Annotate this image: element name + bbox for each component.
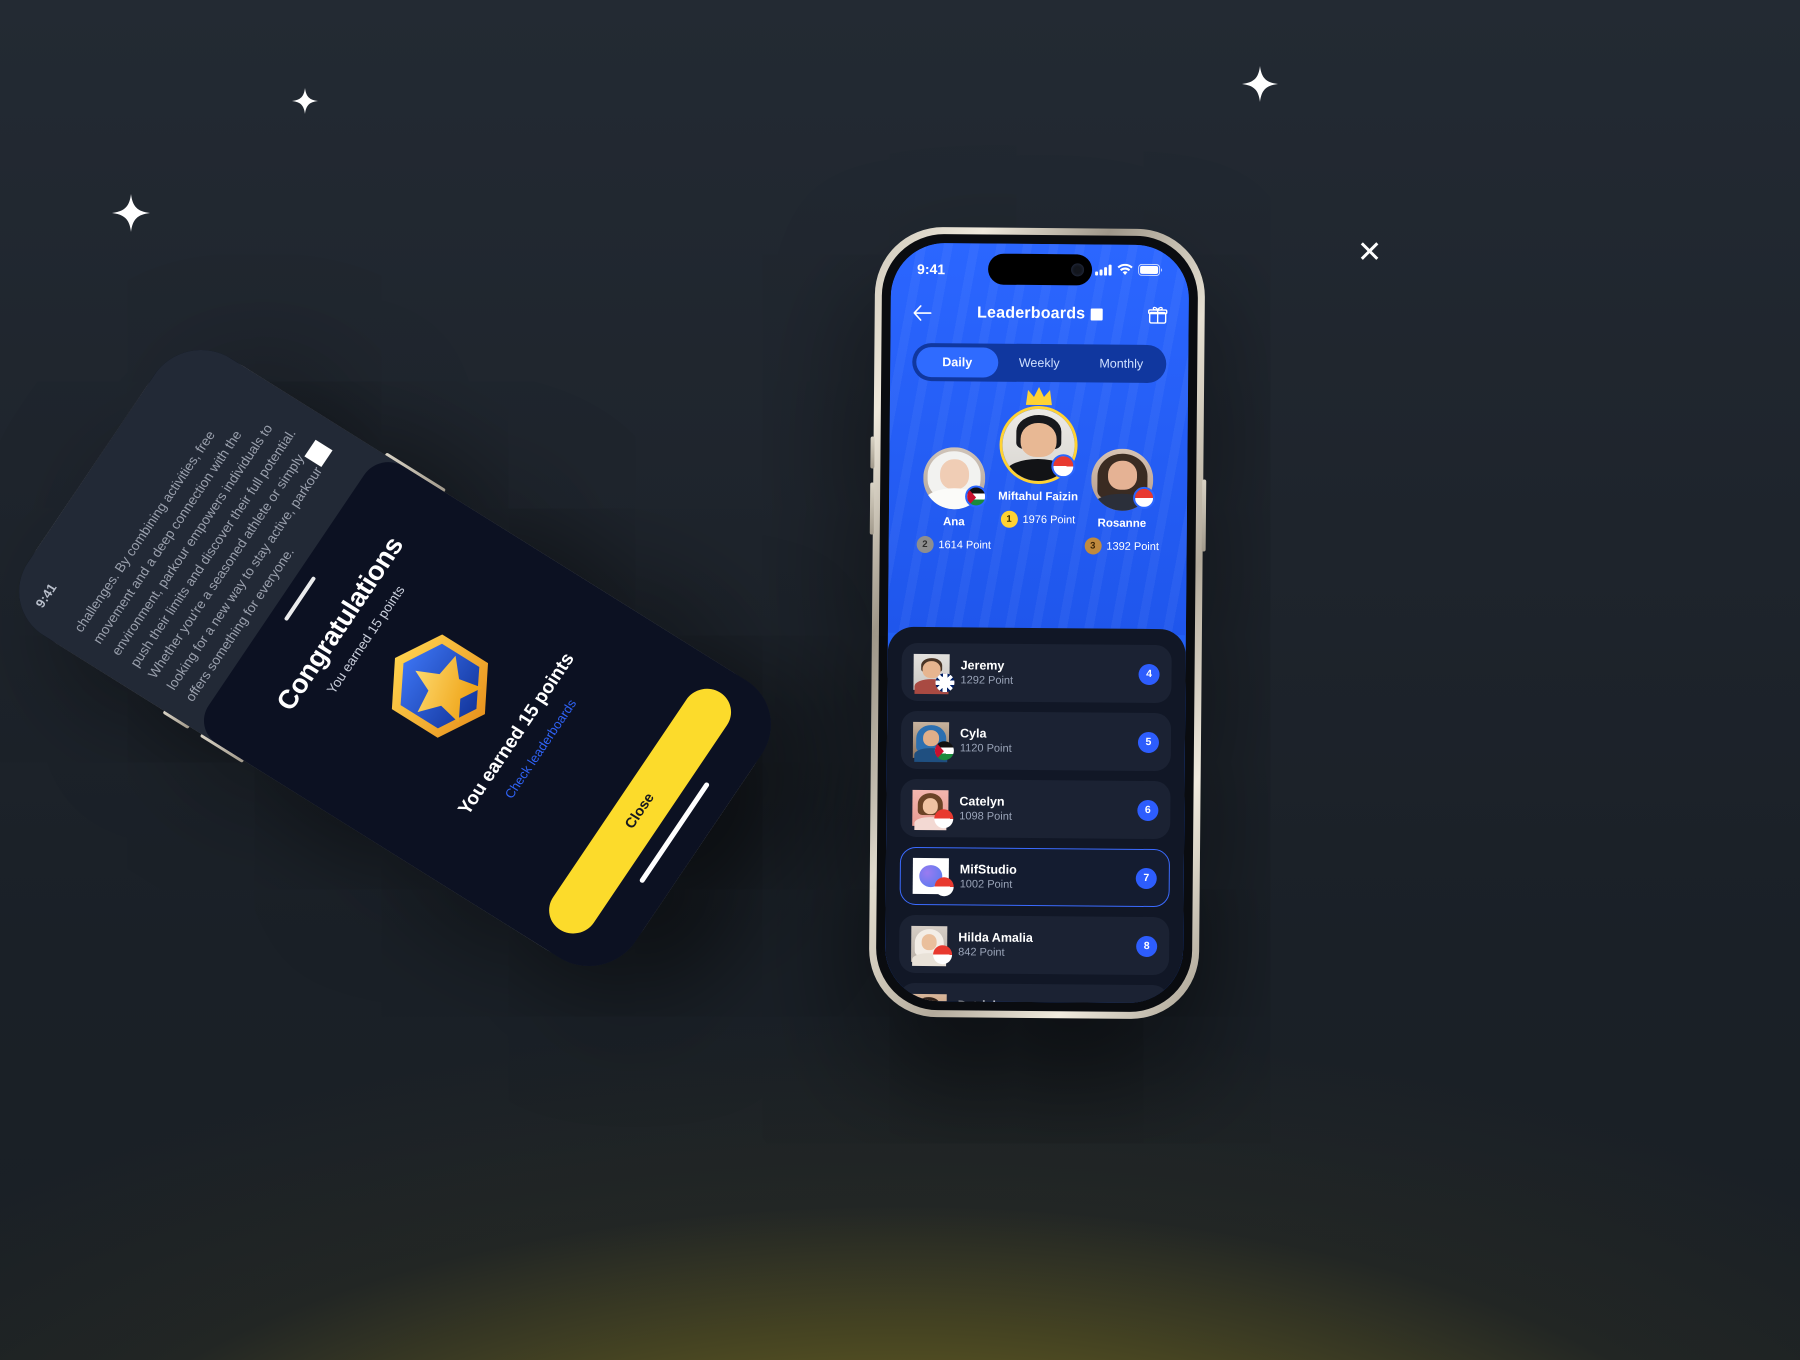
row-points: 1098 Point bbox=[959, 810, 1012, 823]
avatar bbox=[912, 721, 954, 762]
row-name: Patrick bbox=[958, 998, 1125, 1003]
table-row[interactable]: Patrick 964 Point 9 bbox=[898, 982, 1169, 1004]
flag-icon bbox=[934, 809, 954, 829]
row-points: 1292 Point bbox=[960, 674, 1014, 687]
avatar bbox=[1090, 448, 1156, 512]
podium-points: 3 1392 Point bbox=[1084, 537, 1159, 555]
title-flag-icon bbox=[1090, 308, 1103, 321]
gift-icon[interactable] bbox=[1145, 302, 1171, 328]
avatar bbox=[911, 925, 953, 966]
wifi-icon bbox=[1117, 263, 1133, 279]
avatar bbox=[912, 857, 954, 897]
rank-badge: 3 bbox=[1084, 537, 1102, 555]
podium: Ana 2 1614 Point Miftahul Faizin 1 1976 … bbox=[888, 387, 1188, 636]
volume-up-button[interactable] bbox=[870, 436, 875, 469]
row-points: 1120 Point bbox=[959, 742, 1012, 755]
avatar bbox=[912, 789, 954, 830]
dynamic-island bbox=[987, 253, 1093, 286]
row-name: MifStudio bbox=[959, 862, 1017, 877]
back-icon[interactable] bbox=[909, 300, 935, 326]
row-points: 1002 Point bbox=[959, 878, 1013, 891]
volume-down-button[interactable] bbox=[869, 482, 875, 535]
power-button[interactable] bbox=[1201, 479, 1207, 552]
close-button[interactable]: Close bbox=[539, 679, 741, 943]
row-name: Cyla bbox=[959, 726, 987, 741]
leaderboard-phone: 9:41 Leaderboards Daily Weekly Monthly A… bbox=[868, 226, 1207, 1020]
congratulations-screen: 9:41 challenges. By combining activities… bbox=[0, 329, 793, 987]
rank-badge: 4 bbox=[1138, 663, 1160, 685]
rank-badge: 5 bbox=[1137, 731, 1160, 753]
leaderboard-screen: 9:41 Leaderboards Daily Weekly Monthly A… bbox=[884, 242, 1190, 1004]
podium-points: 2 1614 Point bbox=[916, 535, 992, 554]
scene-background: ✕ 9:41 Leaderboards Daily Weekly Monthly… bbox=[0, 0, 1800, 1360]
front-camera-icon bbox=[1071, 263, 1085, 277]
podium-name: Rosanne bbox=[1097, 517, 1147, 530]
tab-daily[interactable]: Daily bbox=[916, 346, 999, 378]
flag-icon bbox=[933, 945, 953, 965]
row-points: 842 Point bbox=[958, 946, 1005, 959]
table-row[interactable]: MifStudio 1002 Point 7 bbox=[899, 846, 1171, 908]
battery-icon bbox=[1138, 263, 1163, 279]
star-badge-icon bbox=[361, 610, 519, 762]
flag-icon bbox=[935, 673, 955, 693]
rank-badge: 7 bbox=[1135, 867, 1157, 889]
row-name: Hilda Amalia bbox=[958, 930, 1033, 945]
row-name: Jeremy bbox=[960, 658, 1005, 673]
podium-item-3[interactable]: Rosanne 3 1392 Point bbox=[1063, 448, 1182, 555]
status-time: 9:41 bbox=[917, 260, 946, 278]
flag-icon bbox=[934, 877, 954, 897]
rank-badge: 8 bbox=[1136, 935, 1158, 957]
table-row[interactable]: Cyla 1120 Point 5 bbox=[900, 710, 1172, 772]
table-row[interactable]: Catelyn 1098 Point 6 bbox=[900, 778, 1171, 840]
signal-icon bbox=[1095, 262, 1112, 278]
period-tabs[interactable]: Daily Weekly Monthly bbox=[912, 342, 1167, 384]
podium-points-text: 1392 Point bbox=[1106, 540, 1160, 553]
podium-points-text: 1614 Point bbox=[938, 538, 992, 552]
rank-badge: 6 bbox=[1137, 799, 1159, 821]
row-name: Catelyn bbox=[959, 794, 1005, 809]
sparkle-icon bbox=[1242, 66, 1278, 102]
table-row[interactable]: Hilda Amalia 842 Point 8 bbox=[898, 914, 1170, 976]
leaderboard-list[interactable]: Jeremy 1292 Point 4 Cyla 1120 Point 5 Ca… bbox=[884, 626, 1186, 1004]
avatar bbox=[910, 993, 947, 1004]
rank-badge: 2 bbox=[916, 535, 934, 554]
flag-icon bbox=[1132, 486, 1156, 510]
rank-badge: 1 bbox=[1000, 510, 1018, 528]
table-row[interactable]: Jeremy 1292 Point 4 bbox=[901, 642, 1172, 704]
sparkle-icon bbox=[112, 194, 150, 232]
sparkle-icon bbox=[292, 88, 318, 114]
close-icon[interactable]: ✕ bbox=[1357, 238, 1382, 268]
flag-icon bbox=[934, 741, 954, 761]
page-title-text: Leaderboards bbox=[977, 304, 1086, 323]
page-title: Leaderboards bbox=[977, 304, 1103, 323]
avatar bbox=[913, 653, 955, 694]
tab-weekly[interactable]: Weekly bbox=[998, 348, 1080, 379]
leaderboard-header: Leaderboards bbox=[891, 295, 1189, 334]
tab-monthly[interactable]: Monthly bbox=[1080, 348, 1162, 379]
congratulations-phone: 9:41 challenges. By combining activities… bbox=[0, 329, 793, 987]
